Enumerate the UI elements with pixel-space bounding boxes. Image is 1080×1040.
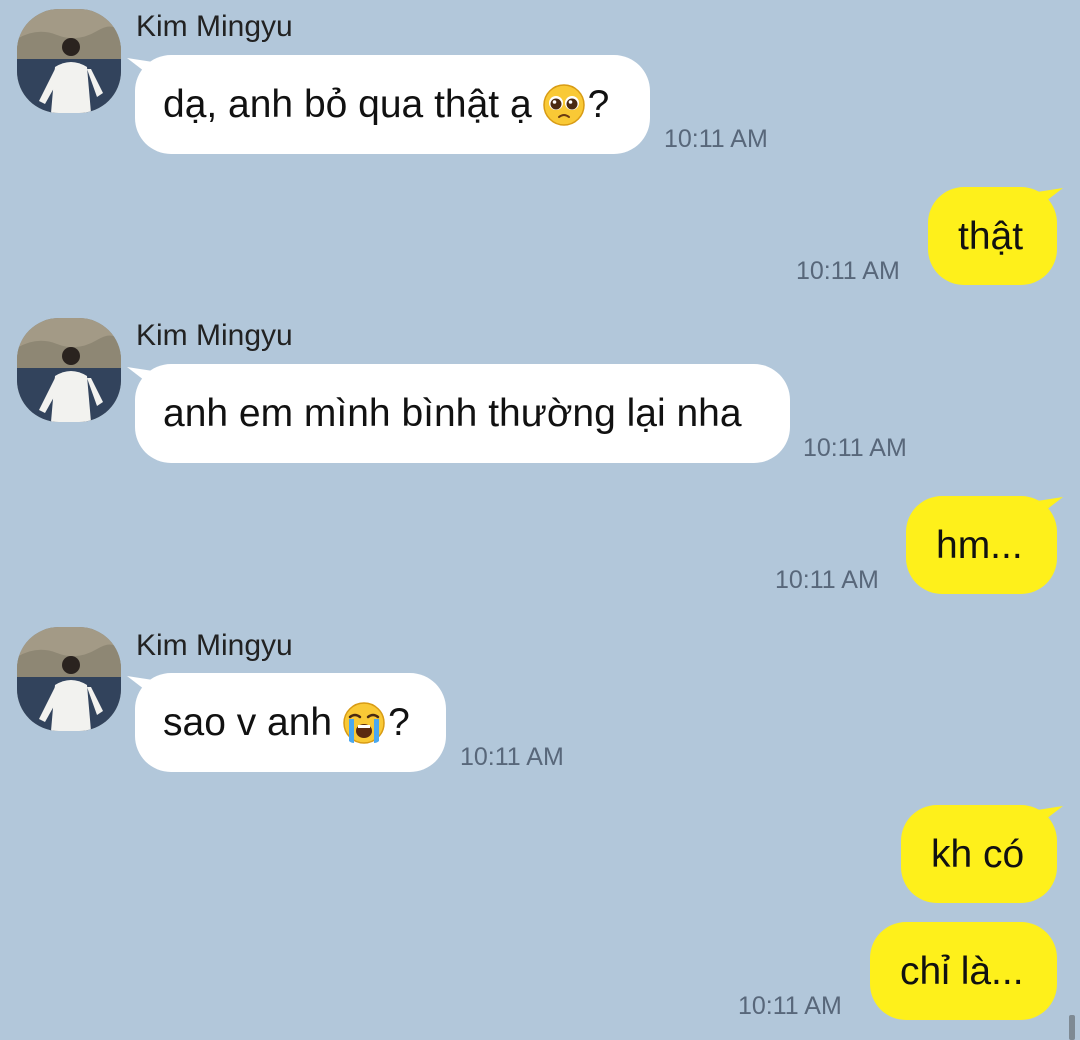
message-timestamp: 10:11 AM: [664, 125, 768, 153]
sender-name: Kim Mingyu: [136, 319, 293, 352]
contact-avatar[interactable]: [17, 627, 121, 731]
message-text-suffix: ?: [587, 83, 610, 126]
message-bubble-outgoing[interactable]: hm...: [906, 496, 1057, 594]
message-bubble-outgoing[interactable]: thật: [928, 187, 1057, 285]
chat-message-list[interactable]: Kim Mingyu dạ, anh bỏ qua thật ạ ? 10:11…: [0, 0, 1080, 1040]
scrollbar-thumb[interactable]: [1069, 1015, 1075, 1040]
pleading-face-icon: [542, 83, 586, 127]
message-bubble-incoming[interactable]: sao v anh ?: [135, 673, 446, 772]
message-text: thật: [958, 214, 1024, 258]
sender-name: Kim Mingyu: [136, 10, 293, 43]
message-text-suffix: ?: [388, 701, 410, 744]
message-bubble-outgoing[interactable]: chỉ là...: [870, 922, 1057, 1020]
message-bubble-incoming[interactable]: anh em mình bình thường lại nha: [135, 364, 790, 463]
message-text: hm...: [936, 523, 1023, 567]
message-text: kh có: [931, 832, 1025, 876]
message-bubble-outgoing[interactable]: kh có: [901, 805, 1057, 903]
message-timestamp: 10:11 AM: [803, 434, 907, 462]
message-timestamp: 10:11 AM: [775, 566, 879, 594]
contact-avatar[interactable]: [17, 318, 121, 422]
sender-name: Kim Mingyu: [136, 629, 293, 662]
contact-avatar[interactable]: [17, 9, 121, 113]
loudly-crying-face-icon: [342, 701, 386, 745]
message-timestamp: 10:11 AM: [796, 257, 900, 285]
message-timestamp: 10:11 AM: [738, 992, 842, 1020]
message-text: anh em mình bình thường lại nha: [163, 392, 742, 435]
message-text: dạ, anh bỏ qua thật ạ: [163, 83, 532, 126]
message-timestamp: 10:11 AM: [460, 743, 564, 771]
message-text: sao v anh: [163, 701, 333, 744]
message-text: chỉ là...: [900, 949, 1024, 993]
message-bubble-incoming[interactable]: dạ, anh bỏ qua thật ạ ?: [135, 55, 650, 154]
